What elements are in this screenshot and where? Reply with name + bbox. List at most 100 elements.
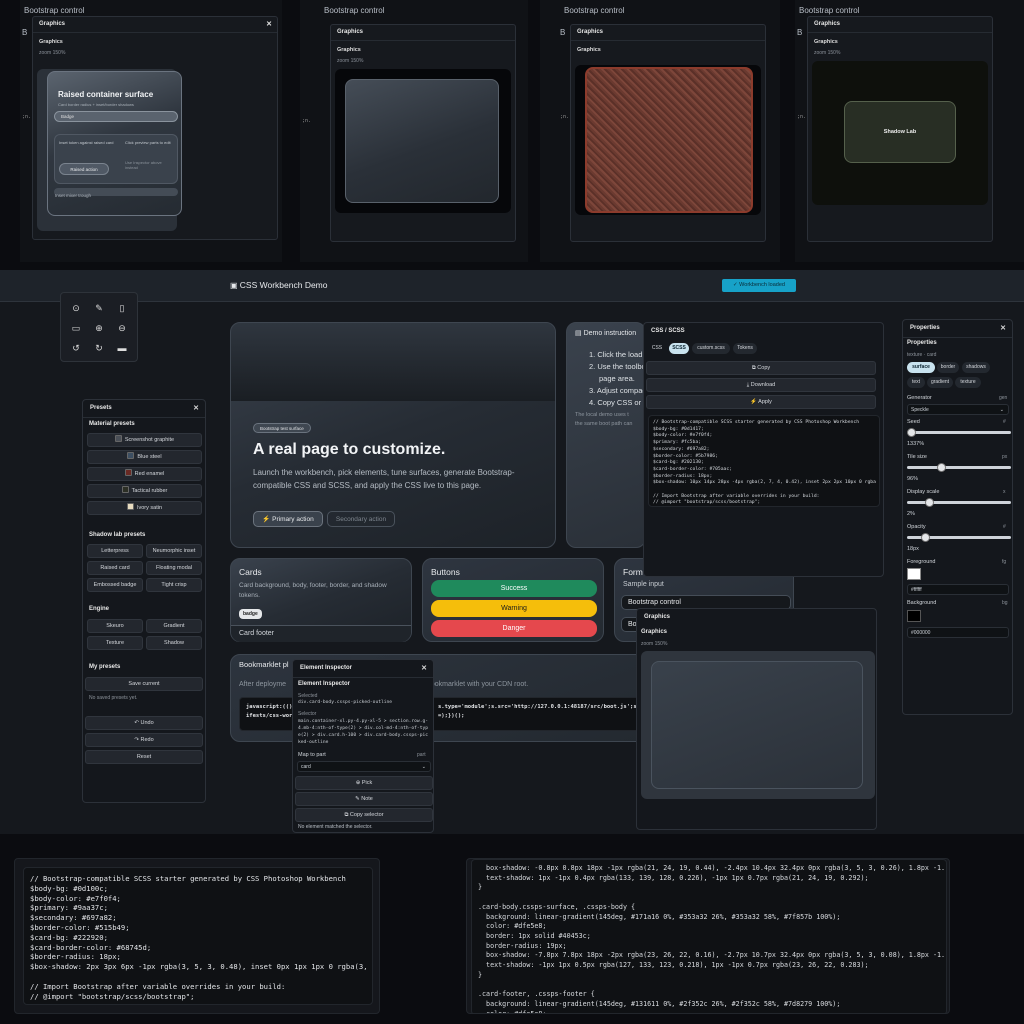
tab-surface[interactable]: surface [907, 362, 935, 373]
raised-action-button[interactable]: Raised action [59, 163, 109, 175]
apply-button[interactable]: ⚡ Apply [646, 395, 876, 409]
toolbox: ⊙ ✎ ▯ ▭ ⊕ ⊖ ↺ ↻ ▬ [60, 292, 138, 362]
map-select[interactable]: card ⌄ [297, 761, 431, 772]
seed-slider[interactable] [907, 428, 1011, 437]
tab-text[interactable]: text [907, 377, 925, 388]
display-scale-slider[interactable] [907, 498, 1011, 507]
close-icon[interactable]: ✕ [421, 664, 427, 672]
buttons-title: Buttons [431, 567, 460, 577]
undo-button[interactable]: ↶ Undo [85, 716, 203, 730]
preset-tight-crisp[interactable]: Tight crisp [146, 578, 202, 592]
close-icon[interactable]: ✕ [193, 404, 199, 412]
background-hex-input[interactable]: #000000 [907, 627, 1009, 638]
download-button[interactable]: ⤓ Download [646, 378, 876, 392]
zoom-label: zoom 150% [337, 58, 364, 64]
graphics-preview-card[interactable] [651, 661, 863, 789]
frame-icon[interactable]: ▬ [113, 339, 131, 357]
tab-texture[interactable]: texture [955, 377, 981, 388]
material-preset-button[interactable]: Tactical rubber [87, 484, 202, 498]
bottom-right-code[interactable]: box-shadow: -0.8px 0.8px 18px -1px rgba(… [471, 859, 947, 1013]
redo-icon[interactable]: ↻ [90, 339, 108, 357]
thumb-side-code: ;n. [560, 114, 570, 120]
inset-text: Inset token against raised card [59, 140, 114, 145]
thumbnail-1[interactable]: Bootstrap control B ;n. Graphics ✕ Graphi… [20, 0, 282, 262]
engine-texture[interactable]: Texture [87, 636, 143, 650]
preset-letterpress[interactable]: Letterpress [87, 544, 143, 558]
tab-css[interactable]: CSS [648, 343, 666, 354]
cards-badge: badge [239, 609, 262, 619]
zoom-out-icon[interactable]: ⊖ [113, 319, 131, 337]
tab-scss[interactable]: SCSS [669, 343, 689, 354]
preset-floating-modal[interactable]: Floating modal [146, 561, 202, 575]
material-preset-button[interactable]: Ivory satin [87, 501, 202, 515]
bottom-left-code[interactable]: // Bootstrap-compatible SCSS starter gen… [23, 867, 373, 1005]
material-preset-button[interactable]: Blue steel [87, 450, 202, 464]
background-swatch[interactable] [907, 610, 921, 622]
bookmarklet-title: Bookmarklet pl [239, 660, 289, 669]
side-text-2: Use Inspector above instead [125, 160, 162, 170]
pick-button[interactable]: ⊕ Pick [295, 776, 433, 790]
success-button[interactable]: Success [431, 580, 597, 597]
thumb-side-code: ;n. [302, 118, 312, 124]
panel-title: Graphics [577, 29, 604, 35]
reset-button[interactable]: Reset [85, 750, 203, 764]
copy-selector-button[interactable]: ⧉ Copy selector [295, 808, 433, 822]
preset-neumorphic-inset[interactable]: Neumorphic inset [146, 544, 202, 558]
warning-button[interactable]: Warning [431, 600, 597, 617]
note-button[interactable]: ✎ Note [295, 792, 433, 806]
tab-tokens[interactable]: Tokens [733, 343, 757, 354]
bookmarklet-text-left: After deployme [239, 681, 287, 688]
clipboard-icon[interactable]: ▯ [113, 299, 131, 317]
undo-icon[interactable]: ↺ [67, 339, 85, 357]
badge-pill[interactable]: Badge [54, 111, 178, 122]
material-preset-button[interactable]: Red enamel [87, 467, 202, 481]
close-icon[interactable]: ✕ [266, 20, 272, 28]
map-right: part [417, 752, 426, 758]
scss-code-view[interactable]: // Bootstrap-compatible SCSS starter gen… [648, 415, 880, 507]
danger-button[interactable]: Danger [431, 620, 597, 637]
save-current-button[interactable]: Save current [85, 677, 203, 691]
primary-action-button[interactable]: ⚡ Primary action [253, 511, 323, 527]
shadow-lab-card[interactable]: Shadow Lab [844, 101, 956, 163]
thumbnail-4[interactable]: Bootstrap control B ;n. Graphics Graphic… [795, 0, 1024, 262]
redo-button[interactable]: ↷ Redo [85, 733, 203, 747]
seed-slider-knob[interactable] [907, 428, 916, 437]
material-preset-button[interactable]: Screenshot graphite [87, 433, 202, 447]
bottom-left-code-panel: // Bootstrap-compatible SCSS starter gen… [14, 858, 380, 1014]
hero-card[interactable]: Bootstrap test surface A real page to cu… [230, 322, 556, 548]
tile-slider-knob[interactable] [937, 463, 946, 472]
target-icon[interactable]: ⊙ [67, 299, 85, 317]
document-icon[interactable]: ▭ [67, 319, 85, 337]
css-panel-title: CSS / SCSS [651, 328, 685, 334]
tab-border[interactable]: border [937, 362, 959, 373]
opacity-slider-knob[interactable] [921, 533, 930, 542]
zoom-in-icon[interactable]: ⊕ [90, 319, 108, 337]
cards-block[interactable]: Cards Card background, body, footer, bor… [230, 558, 412, 642]
generator-select[interactable]: Speckle ⌄ [907, 404, 1009, 415]
tab-shadows[interactable]: shadows [962, 362, 990, 373]
preset-embossed-badge[interactable]: Embossed badge [87, 578, 143, 592]
close-icon[interactable]: ✕ [1000, 324, 1006, 332]
chevron-down-icon: ⌄ [999, 407, 1004, 413]
display-scale-value: 2% [907, 511, 915, 517]
engine-shadow[interactable]: Shadow [146, 636, 202, 650]
tab-custom-scss[interactable]: custom.scss [692, 343, 730, 354]
secondary-action-button[interactable]: Secondary action [327, 511, 395, 527]
tile-size-slider[interactable] [907, 463, 1011, 472]
foreground-swatch[interactable] [907, 568, 921, 580]
copy-button[interactable]: ⧉ Copy [646, 361, 876, 375]
thumbnail-3[interactable]: Bootstrap control B ;n. Graphics Graphic… [540, 0, 780, 262]
code-right-2: =);})(); [438, 713, 465, 719]
opacity-slider[interactable] [907, 533, 1011, 542]
graphics-canvas[interactable] [641, 651, 875, 799]
engine-skeuro[interactable]: Skeuro [87, 619, 143, 633]
brush-icon[interactable]: ✎ [90, 299, 108, 317]
thumbnail-2[interactable]: Bootstrap control ;n. Graphics Graphics … [300, 0, 528, 262]
preset-raised-card[interactable]: Raised card [87, 561, 143, 575]
foreground-hex-input[interactable]: #ffffff [907, 584, 1009, 595]
steel-surface[interactable] [345, 79, 499, 203]
engine-gradient[interactable]: Gradient [146, 619, 202, 633]
tab-gradient[interactable]: gradient [927, 377, 953, 388]
red-enamel-surface[interactable] [585, 67, 753, 213]
scale-slider-knob[interactable] [925, 498, 934, 507]
